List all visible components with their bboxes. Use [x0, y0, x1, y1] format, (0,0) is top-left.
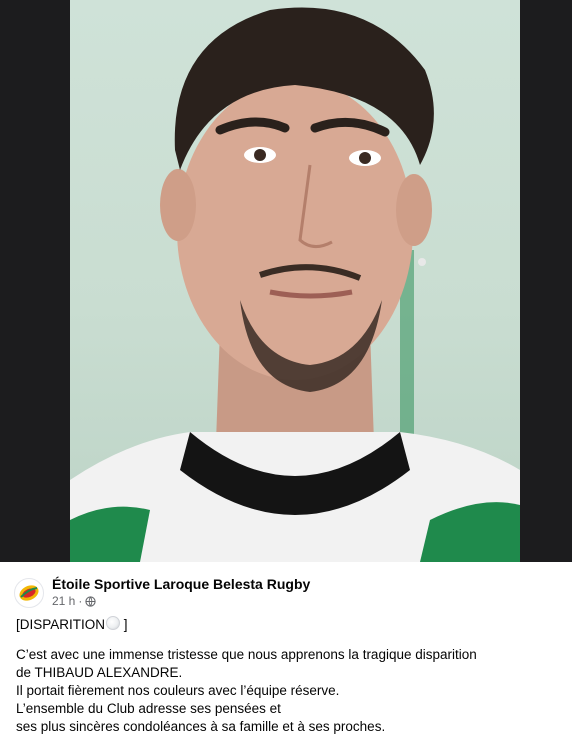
post-line: L’ensemble du Club adresse ses pensées e… [16, 701, 281, 716]
meta-separator: · [78, 594, 83, 608]
rugby-ball-emoji-icon [106, 616, 121, 630]
post-photo-frame[interactable] [0, 0, 572, 562]
page-name-link[interactable]: Étoile Sportive Laroque Belesta Rugby [52, 576, 310, 592]
club-logo-icon [17, 581, 41, 605]
portrait-illustration [70, 7, 520, 562]
post-title-prefix: [DISPARITION [16, 617, 106, 632]
post-line: Il portait fièrement nos couleurs avec l… [16, 683, 340, 698]
globe-icon[interactable] [85, 595, 96, 607]
post-title-line: [DISPARITION ] [16, 616, 556, 634]
post-timestamp[interactable]: 21 h [52, 594, 75, 608]
post-meta: 21 h · [52, 594, 96, 608]
post-title-suffix: ] [120, 617, 128, 632]
post-message: [DISPARITION ] C’est avec une immense tr… [16, 616, 556, 736]
post-photo[interactable] [70, 0, 520, 562]
page-avatar[interactable] [14, 578, 44, 608]
post-header: Étoile Sportive Laroque Belesta Rugby 21… [12, 572, 560, 612]
post-line: C’est avec une immense tristesse que nou… [16, 647, 477, 662]
facebook-post: Étoile Sportive Laroque Belesta Rugby 21… [0, 0, 572, 734]
post-line: ses plus sincères condoléances à sa fami… [16, 719, 386, 734]
post-line: de THIBAUD ALEXANDRE. [16, 665, 183, 680]
